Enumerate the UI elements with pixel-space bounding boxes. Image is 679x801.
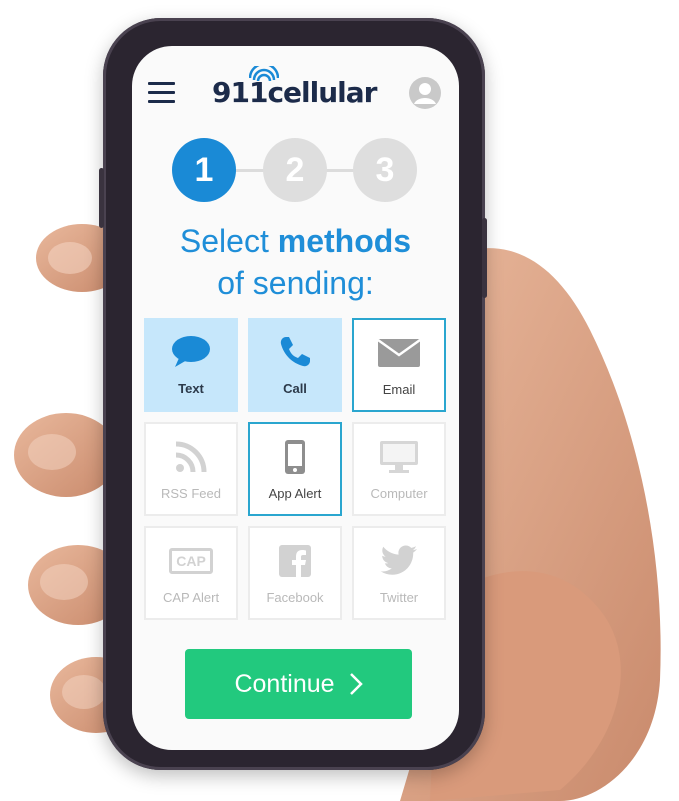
method-label: Computer: [370, 486, 428, 501]
chat-bubble-icon: [172, 336, 210, 367]
method-label: RSS Feed: [161, 486, 221, 501]
step-connector: [232, 169, 266, 172]
method-call[interactable]: Call: [248, 318, 342, 412]
rss-icon: [175, 441, 207, 473]
phone-side-button: [99, 168, 104, 228]
phone-icon: [280, 337, 310, 367]
step-1: 1: [172, 138, 236, 202]
method-label: Text: [178, 381, 204, 396]
method-text[interactable]: Text: [144, 318, 238, 412]
method-label: Email: [382, 382, 416, 397]
app-header: 911cellular: [132, 46, 459, 136]
twitter-bird-icon: [380, 545, 417, 575]
page-heading: Select methods of sending:: [132, 220, 459, 304]
signal-waves-icon: [249, 66, 279, 82]
method-label: CAP Alert: [162, 590, 220, 605]
cap-badge-icon: CAP: [169, 548, 213, 574]
continue-label: Continue: [234, 669, 335, 698]
method-rss-feed[interactable]: RSS Feed: [144, 422, 238, 516]
envelope-icon: [377, 338, 421, 367]
method-email[interactable]: Email: [352, 318, 446, 412]
monitor-icon: [380, 441, 418, 473]
progress-stepper: 1 2 3: [172, 138, 419, 202]
phone-side-button: [482, 218, 487, 298]
heading-plain: Select: [179, 223, 278, 259]
cap-badge-text: CAP: [176, 553, 206, 569]
heading-line2: of sending:: [217, 265, 374, 301]
method-computer[interactable]: Computer: [352, 422, 446, 516]
step-3: 3: [353, 138, 417, 202]
step-2: 2: [263, 138, 327, 202]
step-connector: [322, 169, 356, 172]
brand-logo: 911cellular: [212, 66, 382, 114]
logo-text: 911cellular: [212, 76, 377, 109]
method-label: App Alert: [268, 486, 322, 501]
smartphone-icon: [285, 440, 305, 474]
method-app-alert[interactable]: App Alert: [248, 422, 342, 516]
chevron-right-icon: [349, 672, 363, 696]
app-screen: 911cellular 1 2 3 Select methods of send…: [132, 46, 459, 750]
method-cap-alert[interactable]: CAP CAP Alert: [144, 526, 238, 620]
method-twitter[interactable]: Twitter: [352, 526, 446, 620]
method-facebook[interactable]: Facebook: [248, 526, 342, 620]
method-label: Facebook: [266, 590, 324, 605]
method-label: Twitter: [379, 590, 419, 605]
facebook-icon: [279, 545, 311, 577]
hamburger-menu-icon[interactable]: [148, 82, 175, 104]
heading-bold: methods: [277, 223, 412, 259]
continue-button[interactable]: Continue: [185, 649, 412, 719]
method-label: Call: [283, 381, 307, 396]
user-avatar-icon[interactable]: [408, 76, 442, 110]
